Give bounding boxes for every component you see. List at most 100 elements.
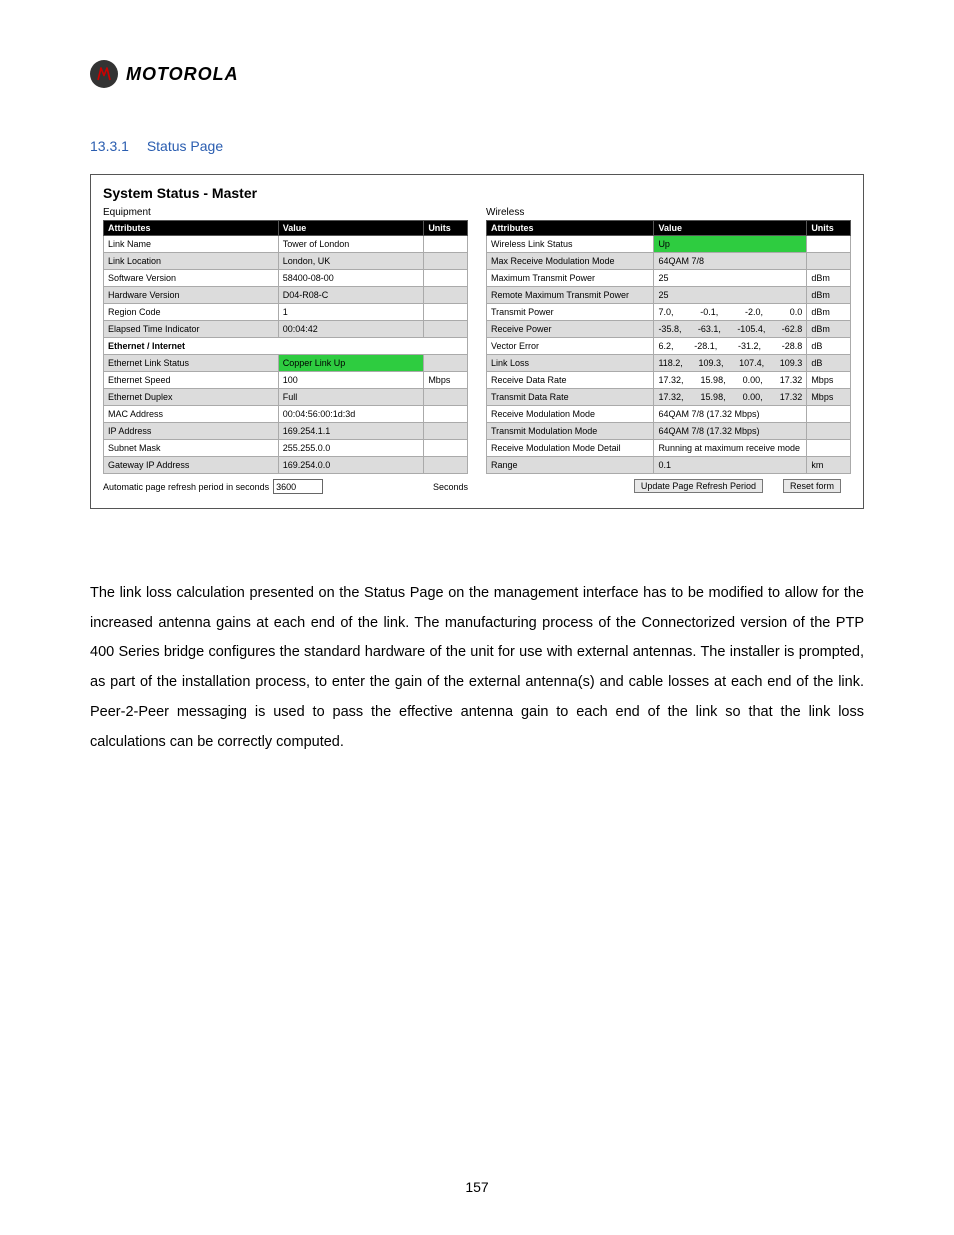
attr-cell: Receive Modulation Mode: [487, 406, 654, 423]
val-cell: 100: [278, 372, 424, 389]
val-cell: 17.32, 15.98, 0.00, 17.32: [654, 372, 807, 389]
v4: 17.32: [780, 375, 803, 385]
header-logo: MOTOROLA: [90, 60, 864, 88]
v1: 118.2,: [658, 358, 682, 368]
table-row: MAC Address00:04:56:00:1d:3d: [104, 406, 468, 423]
val-cell: 255.255.0.0: [278, 440, 424, 457]
u-cell: dB: [807, 338, 851, 355]
val-cell: 17.32,15.98,0.00,17.32: [654, 389, 807, 406]
attr-cell: IP Address: [104, 423, 279, 440]
table-row: Gateway IP Address169.254.0.0: [104, 457, 468, 474]
brand-text: MOTOROLA: [126, 64, 239, 85]
v1: -35.8,: [658, 324, 681, 334]
v2: 109.3,: [698, 358, 723, 368]
table-row: Subnet Mask255.255.0.0: [104, 440, 468, 457]
val-cell: 0.1: [654, 457, 807, 474]
attr-cell: Transmit Power: [487, 304, 654, 321]
motorola-m-icon: [90, 60, 118, 88]
u-cell: [807, 423, 851, 440]
attr-cell: Link Location: [104, 253, 279, 270]
th-value: Value: [654, 221, 807, 236]
table-row: Vector Error6.2,-28.1,-31.2,-28.8dB: [487, 338, 851, 355]
attr-cell: Elapsed Time Indicator: [104, 321, 279, 338]
v4: -28.8: [782, 341, 803, 351]
wireless-label: Wireless: [486, 207, 851, 218]
attr-cell: Vector Error: [487, 338, 654, 355]
attr-cell: Max Receive Modulation Mode: [487, 253, 654, 270]
table-row: Transmit Modulation Mode64QAM 7/8 (17.32…: [487, 423, 851, 440]
v1: 6.2,: [658, 341, 673, 351]
u-cell: [424, 270, 468, 287]
attr-cell: Ethernet Link Status: [104, 355, 279, 372]
val-cell: 00:04:42: [278, 321, 424, 338]
update-refresh-button[interactable]: Update Page Refresh Period: [634, 479, 763, 493]
heading-number: 13.3.1: [90, 138, 129, 154]
u-cell: [424, 287, 468, 304]
val-cell: D04-R08-C: [278, 287, 424, 304]
table-row: Transmit Power7.0,-0.1,-2.0,0.0dBm: [487, 304, 851, 321]
refresh-units: Seconds: [433, 482, 468, 492]
v2: 15.98,: [701, 375, 726, 385]
table-row: Link LocationLondon, UK: [104, 253, 468, 270]
v1: 17.32,: [658, 392, 683, 402]
table-row: Range0.1km: [487, 457, 851, 474]
table-row: Link NameTower of London: [104, 236, 468, 253]
subsection-row: Ethernet / Internet: [104, 338, 468, 355]
th-attributes: Attributes: [104, 221, 279, 236]
u-cell: Mbps: [424, 372, 468, 389]
table-row: Ethernet Link StatusCopper Link Up: [104, 355, 468, 372]
table-header-row: Attributes Value Units: [487, 221, 851, 236]
v1: 17.32,: [658, 375, 683, 385]
val-cell: London, UK: [278, 253, 424, 270]
v3: 0.00,: [743, 392, 763, 402]
table-row: Max Receive Modulation Mode64QAM 7/8: [487, 253, 851, 270]
equipment-table: Attributes Value Units Link NameTower of…: [103, 220, 468, 474]
u-cell: dBm: [807, 304, 851, 321]
attr-cell: Maximum Transmit Power: [487, 270, 654, 287]
system-status-panel: System Status - Master Equipment Attribu…: [90, 174, 864, 509]
u-cell: dB: [807, 355, 851, 372]
th-value: Value: [278, 221, 424, 236]
v4: 17.32: [780, 392, 803, 402]
u-cell: [424, 457, 468, 474]
reset-form-button[interactable]: Reset form: [783, 479, 841, 493]
val-cell: 169.254.0.0: [278, 457, 424, 474]
v1: 7.0,: [658, 307, 673, 317]
u-cell: Mbps: [807, 389, 851, 406]
val-cell: Copper Link Up: [278, 355, 424, 372]
u-cell: dBm: [807, 270, 851, 287]
equipment-label: Equipment: [103, 207, 468, 218]
attr-cell: Remote Maximum Transmit Power: [487, 287, 654, 304]
attr-cell: Transmit Modulation Mode: [487, 423, 654, 440]
val-cell: 58400-08-00: [278, 270, 424, 287]
val-cell: 7.0,-0.1,-2.0,0.0: [654, 304, 807, 321]
u-cell: [424, 321, 468, 338]
panel-title: System Status - Master: [103, 185, 851, 201]
section-heading: 13.3.1 Status Page: [90, 138, 864, 154]
attr-cell: Software Version: [104, 270, 279, 287]
u-cell: [424, 253, 468, 270]
val-cell: Full: [278, 389, 424, 406]
u-cell: [424, 236, 468, 253]
val-cell: Running at maximum receive mode: [654, 440, 807, 457]
val-cell: 1: [278, 304, 424, 321]
table-row: Region Code1: [104, 304, 468, 321]
table-row: Maximum Transmit Power25dBm: [487, 270, 851, 287]
val-cell: 25: [654, 270, 807, 287]
attr-cell: MAC Address: [104, 406, 279, 423]
attr-cell: Link Name: [104, 236, 279, 253]
val-cell: 64QAM 7/8: [654, 253, 807, 270]
table-row: Ethernet Speed100Mbps: [104, 372, 468, 389]
v3: -105.4,: [737, 324, 765, 334]
table-row: Receive Power-35.8,-63.1,-105.4,-62.8dBm: [487, 321, 851, 338]
val-cell: -35.8,-63.1,-105.4,-62.8: [654, 321, 807, 338]
th-units: Units: [424, 221, 468, 236]
val-cell: 64QAM 7/8 (17.32 Mbps): [654, 406, 807, 423]
val-cell: 64QAM 7/8 (17.32 Mbps): [654, 423, 807, 440]
body-paragraph: The link loss calculation presented on t…: [90, 579, 864, 757]
refresh-input[interactable]: [273, 479, 323, 494]
val-cell: 25: [654, 287, 807, 304]
v3: 0.00,: [743, 375, 763, 385]
v3: 107.4,: [739, 358, 764, 368]
refresh-label: Automatic page refresh period in seconds: [103, 482, 269, 492]
